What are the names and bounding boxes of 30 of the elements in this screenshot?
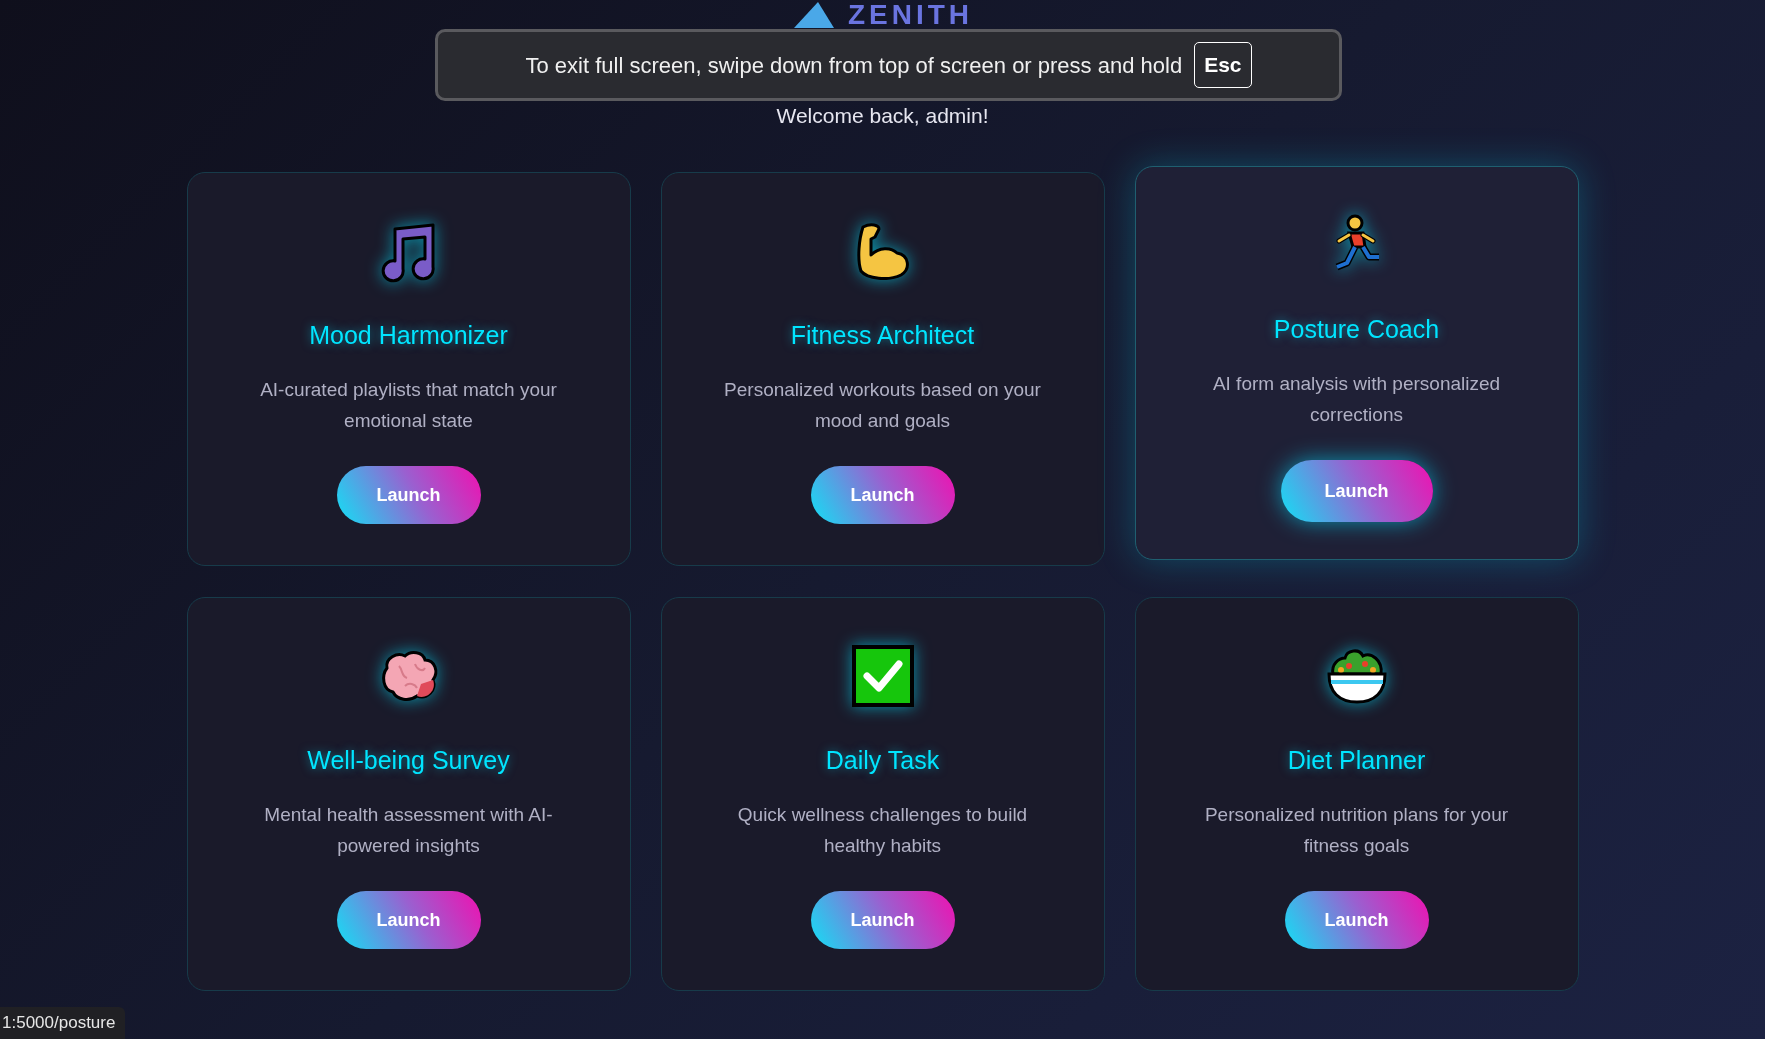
card-description: Personalized workouts based on your mood and goals <box>723 378 1042 433</box>
feature-card[interactable]: Fitness Architect Personalized workouts based on your mood and goals Launch <box>660 172 1105 566</box>
launch-button[interactable]: Launch <box>1284 891 1429 949</box>
launch-button[interactable]: Launch <box>810 466 955 524</box>
checkbox-icon <box>850 644 915 708</box>
launch-button[interactable]: Launch <box>810 891 955 949</box>
feature-card[interactable]: Well-being Survey Mental health assessment with AI-powered insights Launch <box>186 597 631 991</box>
card-title: Daily Task <box>825 748 940 773</box>
card-description: Quick wellness challenges to build healthy habits <box>736 803 1029 858</box>
toast-message: To exit full screen, swipe down from top of screen or press and hold <box>525 51 1183 80</box>
status-url: 1:5000/posture <box>0 1007 126 1039</box>
feature-card[interactable]: Daily Task Quick wellness challenges to build healthy habits Launch <box>660 597 1105 991</box>
esc-key: Esc <box>1194 42 1252 88</box>
card-description: Personalized nutrition plans for your fitness goals <box>1203 803 1510 858</box>
launch-button[interactable]: Launch <box>336 891 481 949</box>
card-description: AI form analysis with personalized corrections <box>1211 372 1502 427</box>
card-title: Fitness Architect <box>790 323 975 348</box>
feature-card[interactable]: Diet Planner Personalized nutrition plans for your fitness goals Launch <box>1134 597 1579 991</box>
logo-text: ZENITH <box>847 1 974 29</box>
launch-button[interactable]: Launch <box>1280 460 1433 522</box>
card-description: Mental health assessment with AI-powered insights <box>263 803 554 858</box>
feature-card[interactable]: Mood Harmonizer AI-curated playlists that match your emotional state Launch <box>186 172 631 566</box>
card-title: Diet Planner <box>1287 748 1426 773</box>
card-title: Mood Harmonizer <box>309 323 508 348</box>
card-title: Posture Coach <box>1273 317 1440 342</box>
card-description: AI-curated playlists that match your emotional state <box>259 378 558 433</box>
welcome-text: Welcome back, admin! <box>776 105 989 126</box>
feature-card[interactable]: Posture Coach AI form analysis with personalized corrections Launch <box>1134 166 1579 560</box>
card-title: Well-being Survey <box>307 748 510 773</box>
launch-button[interactable]: Launch <box>336 466 481 524</box>
